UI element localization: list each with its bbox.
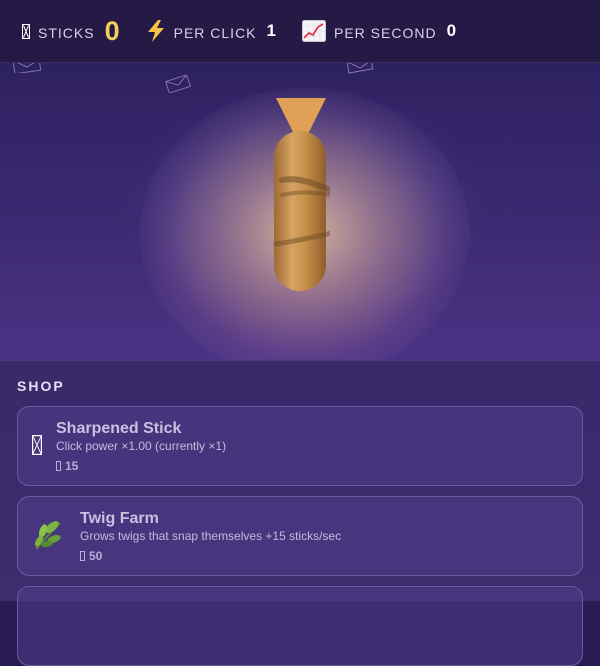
shop-item-name: Twig Farm (80, 510, 159, 527)
shop-item-cost-value: 15 (65, 459, 79, 473)
shop-title: SHOP (17, 378, 65, 394)
shop-item-twig-farm[interactable]: Twig Farm Grows twigs that snap themselv… (17, 496, 583, 576)
per-click-stat: PER CLICK 1 (146, 20, 276, 42)
shop-item-cost: 15 (56, 459, 78, 473)
lightning-icon (146, 20, 166, 42)
shop-item-description: Click power ×1.00 (currently ×1) (56, 439, 227, 453)
shop-panel: SHOP Sharpened Stick Click power ×1.00 (… (0, 360, 600, 666)
per-second-label: PER SECOND (334, 25, 437, 41)
per-second-stat: PER SECOND 0 (302, 20, 456, 42)
stick-glyph-icon (22, 23, 30, 39)
shop-item-cost-value: 50 (89, 549, 103, 563)
per-click-value: 1 (266, 21, 276, 40)
stick-click-button[interactable] (272, 98, 337, 293)
herb-icon (30, 517, 66, 553)
envelope-icon (13, 63, 41, 73)
stats-bar: STICKS 0 PER CLICK 1 PER SECOND 0 (0, 0, 600, 63)
stick-glyph-icon (30, 433, 44, 457)
sticks-stat: STICKS 0 (22, 16, 120, 47)
play-area (0, 63, 600, 360)
per-click-label: PER CLICK (173, 25, 257, 41)
stick-glyph-icon (80, 551, 85, 561)
shop-item-name: Sharpened Stick (56, 420, 182, 437)
sticks-count: 0 (104, 15, 120, 46)
shop-item-next[interactable] (17, 586, 583, 666)
chart-increasing-icon (302, 20, 326, 42)
shop-item-cost: 50 (80, 549, 102, 563)
envelope-icon (165, 75, 191, 93)
shop-item-sharpened-stick[interactable]: Sharpened Stick Click power ×1.00 (curre… (17, 406, 583, 486)
envelope-icon (347, 63, 374, 74)
sticks-label: STICKS (38, 25, 95, 41)
shop-item-description: Grows twigs that snap themselves +15 sti… (80, 529, 342, 543)
per-second-value: 0 (446, 21, 457, 40)
stick-glyph-icon (56, 461, 61, 471)
